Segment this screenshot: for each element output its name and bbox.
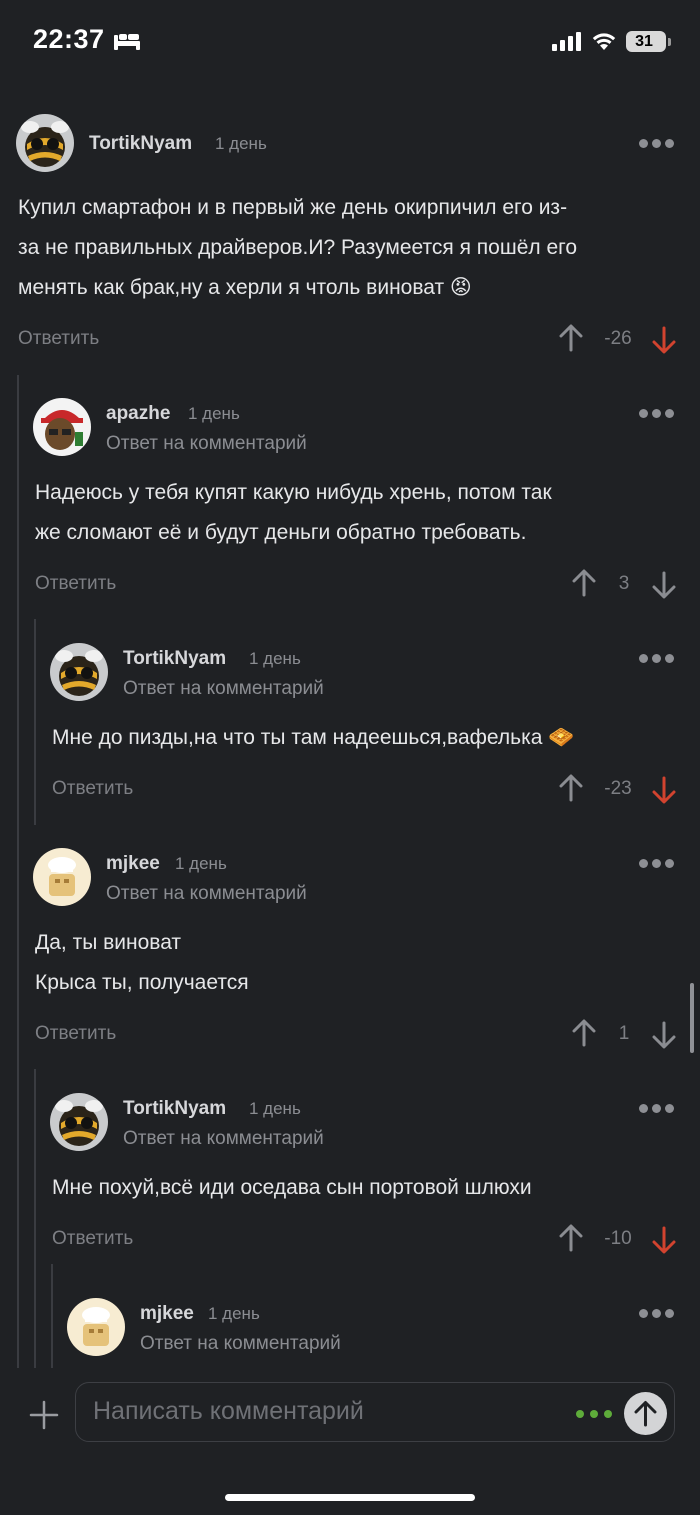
comment-text-line: Купил смартафон и в первый же день окирп…	[18, 196, 568, 219]
thread-line	[34, 619, 36, 825]
vote-score: 1	[618, 1023, 630, 1044]
comment-text-line: Да, ты виноват	[35, 931, 182, 954]
reply-button[interactable]: Ответить	[52, 778, 133, 800]
reply-button[interactable]: Ответить	[18, 328, 99, 350]
more-options-icon[interactable]	[639, 654, 675, 664]
upvote-icon[interactable]	[559, 1224, 583, 1252]
scrollbar[interactable]	[690, 983, 694, 1053]
downvote-icon[interactable]	[652, 571, 676, 599]
reply-to-label[interactable]: Ответ на комментарий	[106, 883, 307, 905]
battery-level: 31	[635, 33, 653, 50]
more-options-icon[interactable]	[639, 1104, 675, 1114]
chef-avatar[interactable]	[67, 1298, 125, 1356]
more-options-icon[interactable]	[639, 859, 675, 869]
downvote-icon[interactable]	[652, 1226, 676, 1254]
status-time: 22:37	[33, 24, 105, 54]
reply-to-label[interactable]: Ответ на комментарий	[140, 1333, 341, 1355]
wifi-icon	[592, 33, 616, 50]
downvote-icon[interactable]	[652, 326, 676, 354]
comment-time: 1 день	[188, 404, 240, 423]
more-options-icon[interactable]	[639, 1309, 675, 1319]
comment-text-line: менять как брак,ну а херли я чтоль винов…	[18, 276, 472, 299]
comment-text-line: Мне до пизды,на что ты там надеешься,ваф…	[52, 726, 575, 749]
typing-indicator-icon	[576, 1410, 614, 1418]
reply-to-label[interactable]: Ответ на комментарий	[123, 678, 324, 700]
battery-cap	[668, 38, 671, 46]
vote-score: -23	[604, 778, 632, 799]
arrow-up-icon	[634, 1401, 657, 1427]
comment-text: Купил смартафон и в первый же день окирп…	[18, 188, 688, 308]
bee-avatar[interactable]	[50, 643, 108, 701]
comment-text: Да, ты виноват Крыса ты, получается	[35, 923, 685, 1003]
thread-line	[51, 1264, 53, 1368]
comment-time: 1 день	[175, 854, 227, 873]
thread-line	[17, 375, 19, 1368]
comment-time: 1 день	[249, 1099, 301, 1118]
comment-text: Надеюсь у тебя купят какую нибудь хрень,…	[35, 473, 685, 553]
upvote-icon[interactable]	[572, 569, 596, 597]
upvote-icon[interactable]	[559, 324, 583, 352]
home-indicator[interactable]	[225, 1494, 475, 1501]
comment-time: 1 день	[215, 134, 267, 153]
downvote-icon[interactable]	[652, 1021, 676, 1049]
comment-text-line: Надеюсь у тебя купят какую нибудь хрень,…	[35, 481, 552, 504]
upvote-icon[interactable]	[572, 1019, 596, 1047]
username[interactable]: apazhe	[106, 403, 170, 425]
cellular-signal-icon	[552, 32, 581, 51]
comment-text-line: Крыса ты, получается	[35, 971, 249, 994]
reply-to-label[interactable]: Ответ на комментарий	[106, 433, 307, 455]
thread-line	[34, 1069, 36, 1368]
chef-avatar[interactable]	[33, 848, 91, 906]
reply-button[interactable]: Ответить	[35, 1023, 116, 1045]
username[interactable]: TortikNyam	[123, 648, 226, 670]
vote-score: 3	[618, 573, 630, 594]
username[interactable]: mjkee	[106, 853, 160, 875]
comment-thread[interactable]: TortikNyam 1 день Купил смартафон и в пе…	[0, 86, 700, 1368]
comment-time: 1 день	[208, 1304, 260, 1323]
upvote-icon[interactable]	[559, 774, 583, 802]
bee-avatar[interactable]	[50, 1093, 108, 1151]
battery-icon: 31	[626, 31, 666, 52]
more-options-icon[interactable]	[639, 139, 675, 149]
comment-time: 1 день	[249, 649, 301, 668]
reply-button[interactable]: Ответить	[35, 573, 116, 595]
comment-text-line: же сломают её и будут деньги обратно тре…	[35, 521, 527, 544]
status-bar: 22:37 31	[0, 0, 700, 86]
downvote-icon[interactable]	[652, 776, 676, 804]
reply-to-label[interactable]: Ответ на комментарий	[123, 1128, 324, 1150]
comment-text-line: Мне похуй,всё иди оседава сын портовой ш…	[52, 1176, 532, 1199]
vote-score: -10	[604, 1228, 632, 1249]
send-button[interactable]	[624, 1392, 667, 1435]
bee-avatar[interactable]	[16, 114, 74, 172]
username[interactable]: TortikNyam	[123, 1098, 226, 1120]
vote-score: -26	[604, 328, 632, 349]
comment-text: Мне до пизды,на что ты там надеешься,ваф…	[52, 718, 692, 758]
comment-input-placeholder: Написать комментарий	[93, 1397, 364, 1425]
username[interactable]: mjkee	[140, 1303, 194, 1325]
username[interactable]: TortikNyam	[89, 133, 192, 155]
cap-character-avatar[interactable]	[33, 398, 91, 456]
sleep-mode-icon	[114, 34, 140, 50]
comment-text: Мне похуй,всё иди оседава сын портовой ш…	[52, 1168, 692, 1208]
plus-icon[interactable]	[29, 1400, 59, 1430]
reply-button[interactable]: Ответить	[52, 1228, 133, 1250]
comment-text-line: за не правильных драйверов.И? Разумеется…	[18, 236, 578, 259]
more-options-icon[interactable]	[639, 409, 675, 419]
